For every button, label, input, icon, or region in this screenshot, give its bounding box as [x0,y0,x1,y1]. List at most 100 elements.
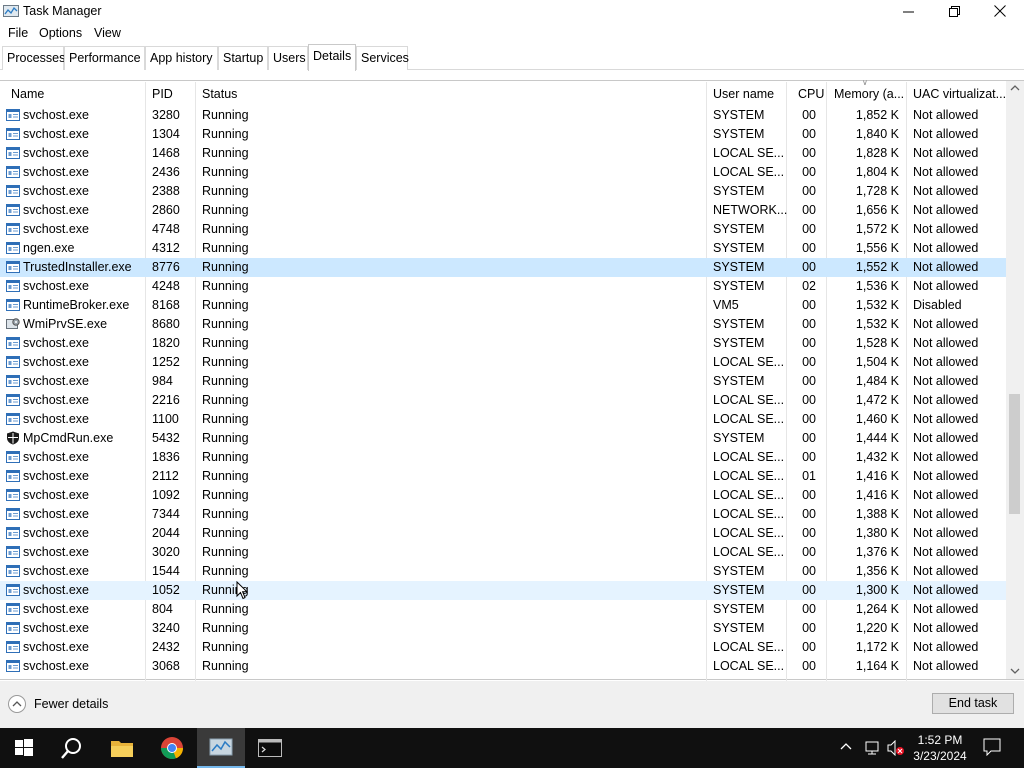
table-row[interactable]: svchost.exe 984 Running SYSTEM 00 1,484 K Not … [0,372,1006,391]
table-row[interactable]: svchost.exe 2860 Running NETWORK... 00 1,656 … [0,201,1006,220]
show-hidden-icons-icon[interactable] [840,740,852,752]
menu-view[interactable]: View [94,26,121,40]
tab-performance[interactable]: Performance [64,46,145,70]
volume-muted-icon[interactable] [887,740,905,756]
table-row[interactable]: svchost.exe 804 Running SYSTEM 00 1,264 K Not … [0,600,1006,619]
column-header-memory[interactable]: Memory (a... [834,82,904,106]
table-row[interactable]: svchost.exe 7344 Running LOCAL SE... 00 1,388… [0,505,1006,524]
scroll-down-icon[interactable] [1010,668,1020,674]
process-user: LOCAL SE... [713,659,785,673]
table-row[interactable]: svchost.exe 1544 Running SYSTEM 00 1,356 K Not… [0,562,1006,581]
tab-processes[interactable]: Processes [2,46,65,70]
process-user: LOCAL SE... [713,393,785,407]
column-header-uac[interactable]: UAC virtualizat... [913,82,1006,106]
process-pid: 3020 [152,545,180,559]
table-row[interactable]: svchost.exe 2112 Running LOCAL SE... 01 1,416… [0,467,1006,486]
task-manager-taskbar-button[interactable] [197,728,245,768]
fewer-details-link[interactable]: Fewer details [34,697,108,711]
table-row[interactable]: RuntimeBroker.exe 8168 Running VM5 00 1,532 K… [0,296,1006,315]
table-row[interactable]: svchost.exe 2388 Running SYSTEM 00 1,728 K Not… [0,182,1006,201]
file-explorer-button[interactable] [98,728,146,768]
title-bar[interactable]: Task Manager [0,0,1024,22]
column-header-cpu[interactable]: CPU [798,82,824,106]
scrollbar-thumb[interactable] [1009,394,1020,514]
table-row[interactable]: svchost.exe 1100 Running LOCAL SE... 00 1,460… [0,410,1006,429]
process-pid: 3280 [152,108,180,122]
process-memory: 1,432 K [855,450,899,464]
chrome-button[interactable] [148,728,196,768]
process-uac: Not allowed [913,564,979,578]
table-row[interactable]: svchost.exe 2216 Running LOCAL SE... 00 1,472… [0,391,1006,410]
tab-details[interactable]: Details [308,44,356,71]
start-icon [15,739,33,756]
vertical-scrollbar[interactable] [1006,81,1024,679]
tab-services[interactable]: Services [356,46,409,70]
process-user: SYSTEM [713,583,765,597]
column-header-user-name[interactable]: User name [713,82,774,106]
table-row[interactable]: MpCmdRun.exe 5432 Running SYSTEM 00 1,444 K No… [0,429,1006,448]
network-icon[interactable] [863,740,881,756]
process-cpu: 00 [802,184,816,198]
table-row[interactable]: svchost.exe 1092 Running LOCAL SE... 00 1,416… [0,486,1006,505]
process-uac: Not allowed [913,431,979,445]
start-button[interactable] [0,728,48,768]
chevron-up-icon[interactable] [8,695,26,713]
process-name: svchost.exe [23,374,90,388]
process-name: WmiPrvSE.exe [23,317,108,331]
column-header-status[interactable]: Status [202,82,237,106]
scroll-up-icon[interactable] [1010,85,1020,91]
service-icon [6,299,20,311]
process-status: Running [202,640,249,654]
tab-users[interactable]: Users [268,46,308,70]
table-row[interactable]: svchost.exe 3020 Running LOCAL SE... 00 1,376… [0,543,1006,562]
menu-file[interactable]: File [8,26,28,40]
table-row[interactable]: WmiPrvSE.exe 8680 Running SYSTEM 00 1,532 K No… [0,315,1006,334]
taskbar: 1:52 PM 3/23/2024 [0,728,1024,768]
table-row[interactable]: svchost.exe 2432 Running LOCAL SE... 00 1,172… [0,638,1006,657]
process-name: svchost.exe [23,222,90,236]
column-header-name[interactable]: Name [11,82,44,106]
process-name: svchost.exe [23,659,90,673]
notifications-icon[interactable] [983,738,1001,756]
process-name: svchost.exe [23,165,90,179]
table-row[interactable]: svchost.exe 4748 Running SYSTEM 00 1,572 K Not… [0,220,1006,239]
table-row[interactable]: svchost.exe 4248 Running SYSTEM 02 1,536 K Not… [0,277,1006,296]
table-row[interactable]: svchost.exe 3240 Running SYSTEM 00 1,220 K Not… [0,619,1006,638]
process-cpu: 00 [802,260,816,274]
table-row[interactable]: svchost.exe 2436 Running LOCAL SE... 00 1,804… [0,163,1006,182]
table-row[interactable]: svchost.exe 1468 Running LOCAL SE... 00 1,828… [0,144,1006,163]
process-status: Running [202,108,249,122]
process-memory: 1,804 K [855,165,899,179]
table-row[interactable]: svchost.exe 1252 Running LOCAL SE... 00 1,504… [0,353,1006,372]
tab-app-history[interactable]: App history [145,46,218,70]
minimize-button[interactable] [885,0,931,22]
table-row[interactable]: svchost.exe 1820 Running SYSTEM 00 1,528 K Not… [0,334,1006,353]
tab-startup[interactable]: Startup [218,46,268,70]
end-task-button[interactable]: End task [932,693,1014,714]
table-row[interactable]: ngen.exe 4312 Running SYSTEM 00 1,556 K Not al… [0,239,1006,258]
process-status: Running [202,374,249,388]
process-pid: 7344 [152,507,180,521]
search-button[interactable] [48,728,96,768]
system-clock[interactable]: 1:52 PM 3/23/2024 [905,732,975,764]
table-row[interactable]: svchost.exe 3068 Running LOCAL SE... 00 1,164… [0,657,1006,676]
table-row[interactable]: svchost.exe 2044 Running LOCAL SE... 00 1,380… [0,524,1006,543]
process-status: Running [202,393,249,407]
menu-bar: File Options View [0,23,1024,43]
table-row[interactable]: svchost.exe 1052 Running SYSTEM 00 1,300 K Not… [0,581,1006,600]
menu-options[interactable]: Options [39,26,82,40]
process-pid: 4248 [152,279,180,293]
process-cpu: 00 [802,241,816,255]
table-row[interactable]: TrustedInstaller.exe 8776 Running SYSTEM 00 1… [0,258,1006,277]
table-row[interactable]: svchost.exe 1836 Running LOCAL SE... 00 1,432… [0,448,1006,467]
table-row[interactable]: svchost.exe 1304 Running SYSTEM 00 1,840 K Not… [0,125,1006,144]
column-header-pid[interactable]: PID [152,82,173,106]
process-name: svchost.exe [23,621,90,635]
process-name: svchost.exe [23,507,90,521]
process-pid: 3068 [152,659,180,673]
restore-button[interactable] [931,0,977,22]
close-button[interactable] [977,0,1023,22]
table-row[interactable]: svchost.exe 3280 Running SYSTEM 00 1,852 K Not… [0,106,1006,125]
terminal-button[interactable] [246,728,294,768]
process-memory: 1,532 K [855,317,899,331]
